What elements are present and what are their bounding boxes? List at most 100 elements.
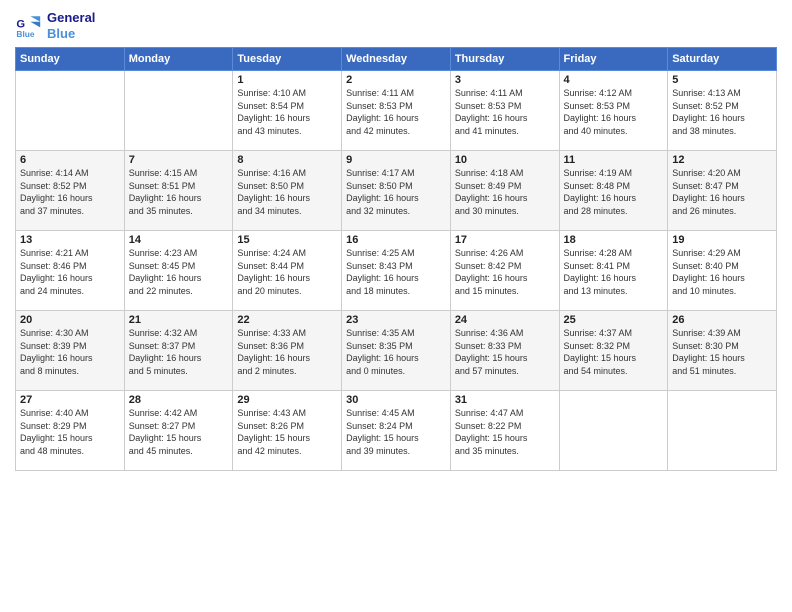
- calendar-cell: 11Sunrise: 4:19 AM Sunset: 8:48 PM Dayli…: [559, 151, 668, 231]
- day-info: Sunrise: 4:10 AM Sunset: 8:54 PM Dayligh…: [237, 87, 337, 137]
- calendar-cell: 3Sunrise: 4:11 AM Sunset: 8:53 PM Daylig…: [450, 71, 559, 151]
- calendar-cell: [16, 71, 125, 151]
- header-saturday: Saturday: [668, 48, 777, 71]
- day-number: 13: [20, 234, 120, 246]
- day-number: 9: [346, 154, 446, 166]
- calendar-cell: 18Sunrise: 4:28 AM Sunset: 8:41 PM Dayli…: [559, 231, 668, 311]
- calendar-cell: 22Sunrise: 4:33 AM Sunset: 8:36 PM Dayli…: [233, 311, 342, 391]
- day-info: Sunrise: 4:12 AM Sunset: 8:53 PM Dayligh…: [564, 87, 664, 137]
- day-number: 26: [672, 314, 772, 326]
- calendar-table: SundayMondayTuesdayWednesdayThursdayFrid…: [15, 47, 777, 471]
- page-header: G Blue General Blue: [15, 10, 777, 41]
- calendar-cell: 28Sunrise: 4:42 AM Sunset: 8:27 PM Dayli…: [124, 391, 233, 471]
- day-number: 27: [20, 394, 120, 406]
- calendar-week-4: 20Sunrise: 4:30 AM Sunset: 8:39 PM Dayli…: [16, 311, 777, 391]
- calendar-cell: 14Sunrise: 4:23 AM Sunset: 8:45 PM Dayli…: [124, 231, 233, 311]
- calendar-cell: 1Sunrise: 4:10 AM Sunset: 8:54 PM Daylig…: [233, 71, 342, 151]
- day-number: 7: [129, 154, 229, 166]
- day-info: Sunrise: 4:30 AM Sunset: 8:39 PM Dayligh…: [20, 327, 120, 377]
- calendar-cell: [559, 391, 668, 471]
- day-number: 22: [237, 314, 337, 326]
- day-number: 25: [564, 314, 664, 326]
- calendar-cell: 2Sunrise: 4:11 AM Sunset: 8:53 PM Daylig…: [342, 71, 451, 151]
- header-tuesday: Tuesday: [233, 48, 342, 71]
- day-info: Sunrise: 4:20 AM Sunset: 8:47 PM Dayligh…: [672, 167, 772, 217]
- calendar-cell: 4Sunrise: 4:12 AM Sunset: 8:53 PM Daylig…: [559, 71, 668, 151]
- day-number: 10: [455, 154, 555, 166]
- calendar-cell: 31Sunrise: 4:47 AM Sunset: 8:22 PM Dayli…: [450, 391, 559, 471]
- day-info: Sunrise: 4:35 AM Sunset: 8:35 PM Dayligh…: [346, 327, 446, 377]
- day-info: Sunrise: 4:14 AM Sunset: 8:52 PM Dayligh…: [20, 167, 120, 217]
- day-number: 14: [129, 234, 229, 246]
- day-number: 17: [455, 234, 555, 246]
- day-info: Sunrise: 4:18 AM Sunset: 8:49 PM Dayligh…: [455, 167, 555, 217]
- day-info: Sunrise: 4:32 AM Sunset: 8:37 PM Dayligh…: [129, 327, 229, 377]
- day-info: Sunrise: 4:42 AM Sunset: 8:27 PM Dayligh…: [129, 407, 229, 457]
- calendar-cell: 21Sunrise: 4:32 AM Sunset: 8:37 PM Dayli…: [124, 311, 233, 391]
- day-info: Sunrise: 4:47 AM Sunset: 8:22 PM Dayligh…: [455, 407, 555, 457]
- day-info: Sunrise: 4:29 AM Sunset: 8:40 PM Dayligh…: [672, 247, 772, 297]
- day-number: 2: [346, 74, 446, 86]
- calendar-cell: 23Sunrise: 4:35 AM Sunset: 8:35 PM Dayli…: [342, 311, 451, 391]
- calendar-cell: 24Sunrise: 4:36 AM Sunset: 8:33 PM Dayli…: [450, 311, 559, 391]
- day-number: 21: [129, 314, 229, 326]
- calendar-cell: 20Sunrise: 4:30 AM Sunset: 8:39 PM Dayli…: [16, 311, 125, 391]
- calendar-cell: 16Sunrise: 4:25 AM Sunset: 8:43 PM Dayli…: [342, 231, 451, 311]
- day-number: 24: [455, 314, 555, 326]
- day-info: Sunrise: 4:11 AM Sunset: 8:53 PM Dayligh…: [346, 87, 446, 137]
- calendar-week-1: 1Sunrise: 4:10 AM Sunset: 8:54 PM Daylig…: [16, 71, 777, 151]
- calendar-week-5: 27Sunrise: 4:40 AM Sunset: 8:29 PM Dayli…: [16, 391, 777, 471]
- day-info: Sunrise: 4:40 AM Sunset: 8:29 PM Dayligh…: [20, 407, 120, 457]
- day-info: Sunrise: 4:21 AM Sunset: 8:46 PM Dayligh…: [20, 247, 120, 297]
- header-sunday: Sunday: [16, 48, 125, 71]
- calendar-cell: 9Sunrise: 4:17 AM Sunset: 8:50 PM Daylig…: [342, 151, 451, 231]
- day-number: 29: [237, 394, 337, 406]
- day-info: Sunrise: 4:26 AM Sunset: 8:42 PM Dayligh…: [455, 247, 555, 297]
- day-number: 30: [346, 394, 446, 406]
- header-thursday: Thursday: [450, 48, 559, 71]
- day-info: Sunrise: 4:33 AM Sunset: 8:36 PM Dayligh…: [237, 327, 337, 377]
- day-number: 16: [346, 234, 446, 246]
- header-wednesday: Wednesday: [342, 48, 451, 71]
- day-number: 18: [564, 234, 664, 246]
- day-number: 4: [564, 74, 664, 86]
- day-info: Sunrise: 4:13 AM Sunset: 8:52 PM Dayligh…: [672, 87, 772, 137]
- day-number: 19: [672, 234, 772, 246]
- calendar-cell: 26Sunrise: 4:39 AM Sunset: 8:30 PM Dayli…: [668, 311, 777, 391]
- svg-text:Blue: Blue: [16, 29, 34, 39]
- calendar-cell: 12Sunrise: 4:20 AM Sunset: 8:47 PM Dayli…: [668, 151, 777, 231]
- calendar-header-row: SundayMondayTuesdayWednesdayThursdayFrid…: [16, 48, 777, 71]
- calendar-cell: 13Sunrise: 4:21 AM Sunset: 8:46 PM Dayli…: [16, 231, 125, 311]
- calendar-cell: 29Sunrise: 4:43 AM Sunset: 8:26 PM Dayli…: [233, 391, 342, 471]
- day-number: 31: [455, 394, 555, 406]
- day-number: 8: [237, 154, 337, 166]
- calendar-cell: 25Sunrise: 4:37 AM Sunset: 8:32 PM Dayli…: [559, 311, 668, 391]
- day-number: 6: [20, 154, 120, 166]
- calendar-cell: 8Sunrise: 4:16 AM Sunset: 8:50 PM Daylig…: [233, 151, 342, 231]
- calendar-week-2: 6Sunrise: 4:14 AM Sunset: 8:52 PM Daylig…: [16, 151, 777, 231]
- day-info: Sunrise: 4:37 AM Sunset: 8:32 PM Dayligh…: [564, 327, 664, 377]
- calendar-cell: 6Sunrise: 4:14 AM Sunset: 8:52 PM Daylig…: [16, 151, 125, 231]
- calendar-cell: 15Sunrise: 4:24 AM Sunset: 8:44 PM Dayli…: [233, 231, 342, 311]
- day-number: 28: [129, 394, 229, 406]
- day-info: Sunrise: 4:17 AM Sunset: 8:50 PM Dayligh…: [346, 167, 446, 217]
- day-info: Sunrise: 4:28 AM Sunset: 8:41 PM Dayligh…: [564, 247, 664, 297]
- calendar-cell: 10Sunrise: 4:18 AM Sunset: 8:49 PM Dayli…: [450, 151, 559, 231]
- day-info: Sunrise: 4:25 AM Sunset: 8:43 PM Dayligh…: [346, 247, 446, 297]
- calendar-week-3: 13Sunrise: 4:21 AM Sunset: 8:46 PM Dayli…: [16, 231, 777, 311]
- day-info: Sunrise: 4:15 AM Sunset: 8:51 PM Dayligh…: [129, 167, 229, 217]
- logo-icon: G Blue: [15, 12, 43, 40]
- day-info: Sunrise: 4:36 AM Sunset: 8:33 PM Dayligh…: [455, 327, 555, 377]
- calendar-cell: 17Sunrise: 4:26 AM Sunset: 8:42 PM Dayli…: [450, 231, 559, 311]
- calendar-cell: 5Sunrise: 4:13 AM Sunset: 8:52 PM Daylig…: [668, 71, 777, 151]
- day-number: 12: [672, 154, 772, 166]
- day-number: 1: [237, 74, 337, 86]
- day-info: Sunrise: 4:45 AM Sunset: 8:24 PM Dayligh…: [346, 407, 446, 457]
- day-info: Sunrise: 4:39 AM Sunset: 8:30 PM Dayligh…: [672, 327, 772, 377]
- header-friday: Friday: [559, 48, 668, 71]
- day-number: 3: [455, 74, 555, 86]
- calendar-cell: 30Sunrise: 4:45 AM Sunset: 8:24 PM Dayli…: [342, 391, 451, 471]
- day-info: Sunrise: 4:43 AM Sunset: 8:26 PM Dayligh…: [237, 407, 337, 457]
- logo-text-general: General: [47, 10, 95, 26]
- header-monday: Monday: [124, 48, 233, 71]
